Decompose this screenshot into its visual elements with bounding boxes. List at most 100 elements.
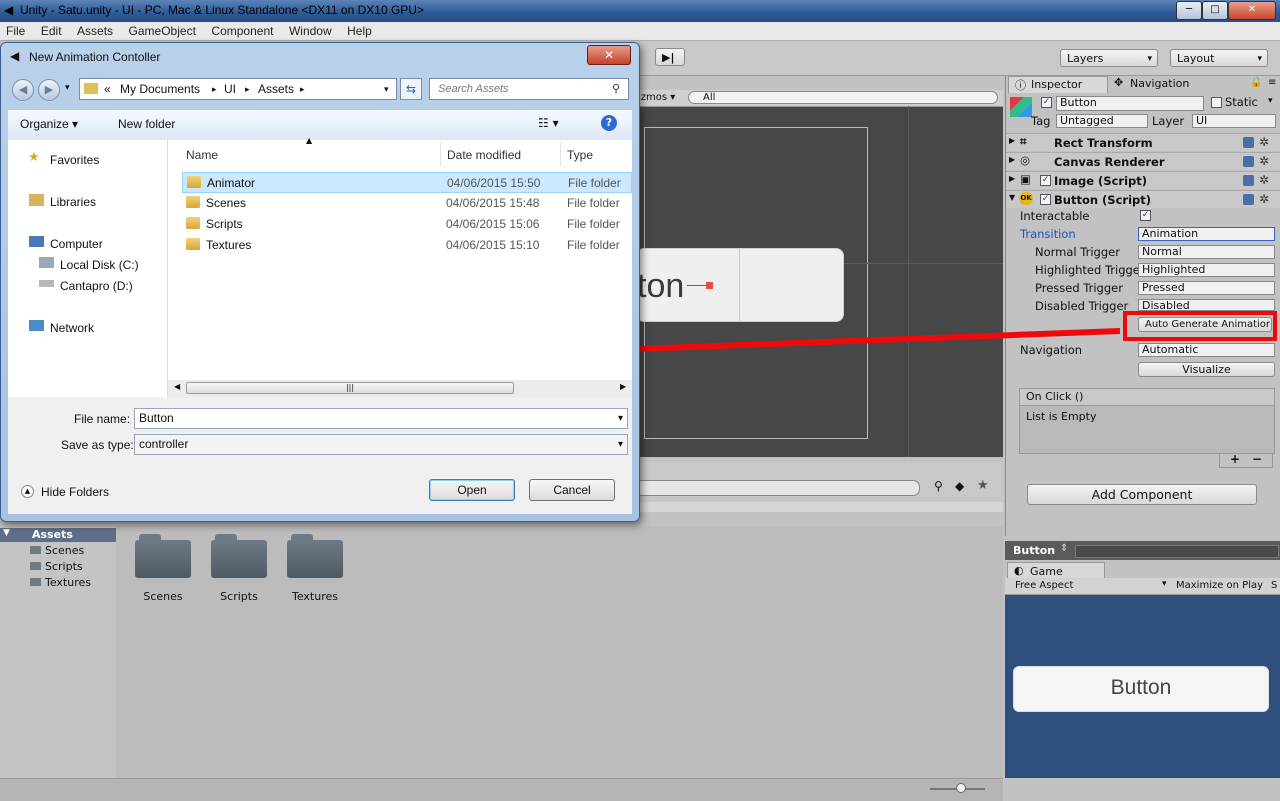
favorite-star-icon[interactable]: ★ bbox=[977, 478, 989, 493]
tree-scripts[interactable]: Scripts bbox=[30, 560, 83, 573]
step-button[interactable]: ▶| bbox=[655, 48, 685, 66]
scroll-right-icon[interactable]: ▶ bbox=[620, 382, 626, 391]
save-type-select[interactable]: controller bbox=[134, 434, 628, 455]
file-row-textures[interactable]: Textures 04/06/2015 15:10 File folder bbox=[182, 235, 632, 256]
view-options-icon[interactable]: ☷ ▾ bbox=[538, 116, 559, 130]
menu-edit[interactable]: Edit bbox=[35, 22, 68, 38]
navigation-dropdown[interactable]: Automatic bbox=[1138, 343, 1275, 357]
tree-scenes[interactable]: Scenes bbox=[30, 544, 84, 557]
gear-icon[interactable]: ✲ bbox=[1259, 135, 1269, 149]
dialog-close-button[interactable]: ✕ bbox=[587, 45, 631, 65]
breadcrumb-ui[interactable]: UI bbox=[224, 79, 236, 99]
label-icon[interactable]: ◆ bbox=[955, 479, 964, 493]
nav-favorites[interactable]: Favorites bbox=[50, 153, 99, 167]
breadcrumb-assets[interactable]: Assets bbox=[258, 79, 294, 99]
active-checkbox[interactable]: ✓ bbox=[1041, 97, 1052, 108]
gear-icon[interactable]: ✲ bbox=[1259, 173, 1269, 187]
folder-icon[interactable] bbox=[135, 534, 191, 578]
pivot-handle[interactable] bbox=[706, 282, 713, 289]
nav-network[interactable]: Network bbox=[50, 321, 94, 335]
add-component-button[interactable]: Add Component bbox=[1027, 484, 1257, 505]
search-input[interactable]: Search Assets ⚲ bbox=[429, 78, 629, 100]
hide-folders-label[interactable]: Hide Folders bbox=[41, 485, 109, 499]
organize-button[interactable]: Organize ▾ bbox=[20, 117, 78, 131]
new-folder-button[interactable]: New folder bbox=[118, 117, 175, 131]
collapse-arrow-icon[interactable]: ▶ bbox=[1009, 155, 1015, 164]
help-book-icon[interactable] bbox=[1243, 137, 1254, 148]
menu-assets[interactable]: Assets bbox=[71, 22, 119, 38]
help-icon[interactable]: ? bbox=[601, 115, 617, 131]
maximize-button[interactable]: □ bbox=[1202, 1, 1228, 20]
navigation-tab[interactable]: ✥ Navigation bbox=[1110, 76, 1220, 92]
gizmos-dropdown[interactable]: izmos ▾ bbox=[638, 92, 675, 103]
canvas-renderer-header[interactable]: ▶ ◎ Canvas Renderer ✲ bbox=[1006, 152, 1280, 170]
help-book-icon[interactable] bbox=[1243, 156, 1254, 167]
breadcrumb-separator-icon[interactable]: ▸ bbox=[245, 79, 250, 99]
button-script-header[interactable]: ▼ OK ✓ Button (Script) ✲ bbox=[1006, 190, 1280, 208]
folder-icon[interactable] bbox=[211, 534, 267, 578]
tree-assets[interactable]: ▼ Assets bbox=[0, 528, 116, 542]
hide-folders-icon[interactable]: ▲ bbox=[21, 485, 34, 498]
file-row-scenes[interactable]: Scenes 04/06/2015 15:48 File folder bbox=[182, 193, 632, 214]
column-date-modified[interactable]: Date modified bbox=[447, 148, 521, 162]
close-button[interactable]: ✕ bbox=[1228, 1, 1276, 20]
lock-icon[interactable]: 🔒 bbox=[1250, 77, 1262, 88]
maximize-on-play-toggle[interactable]: Maximize on Play bbox=[1176, 580, 1263, 591]
menu-component[interactable]: Component bbox=[205, 22, 279, 38]
nav-libraries[interactable]: Libraries bbox=[50, 195, 96, 209]
layer-dropdown[interactable]: UI bbox=[1192, 114, 1276, 128]
scroll-left-icon[interactable]: ◀ bbox=[174, 382, 180, 391]
horizontal-scrollbar[interactable]: ◀ ||| ▶ bbox=[168, 380, 632, 397]
menu-file[interactable]: File bbox=[0, 22, 31, 38]
breadcrumb-separator-icon[interactable]: ▸ bbox=[212, 79, 217, 99]
expand-arrow-icon[interactable]: ▼ bbox=[1009, 193, 1015, 202]
remove-event-button[interactable]: − bbox=[1252, 452, 1262, 466]
stats-toggle[interactable]: S bbox=[1271, 580, 1277, 591]
preview-drag-icon[interactable]: ⇕ bbox=[1060, 543, 1068, 554]
forward-button[interactable]: ▶ bbox=[38, 79, 60, 101]
image-enabled-checkbox[interactable]: ✓ bbox=[1040, 175, 1051, 186]
address-dropdown-icon[interactable]: ▾ bbox=[384, 79, 389, 99]
pressed-trigger-field[interactable]: Pressed bbox=[1138, 281, 1275, 295]
address-bar[interactable]: « My Documents ▸ UI ▸ Assets ▸ ▾ bbox=[79, 78, 397, 100]
scroll-thumb[interactable]: ||| bbox=[186, 382, 514, 394]
static-dropdown-icon[interactable]: ▾ bbox=[1268, 96, 1273, 106]
static-checkbox[interactable] bbox=[1211, 97, 1222, 108]
file-row-scripts[interactable]: Scripts 04/06/2015 15:06 File folder bbox=[182, 214, 632, 235]
highlighted-trigger-field[interactable]: Highlighted bbox=[1138, 263, 1275, 277]
menu-help[interactable]: Help bbox=[341, 22, 378, 38]
nav-local-disk[interactable]: Local Disk (C:) bbox=[60, 258, 139, 272]
file-name-input[interactable]: Button bbox=[134, 408, 628, 429]
collapse-arrow-icon[interactable]: ▶ bbox=[1009, 174, 1015, 183]
object-name-field[interactable]: Button bbox=[1056, 96, 1204, 111]
expand-arrow-icon[interactable]: ▼ bbox=[3, 528, 10, 538]
help-book-icon[interactable] bbox=[1243, 175, 1254, 186]
breadcrumb-separator-icon[interactable]: ▸ bbox=[300, 79, 305, 99]
collapse-arrow-icon[interactable]: ▶ bbox=[1009, 136, 1015, 145]
filter-type-icon[interactable]: ⚲ bbox=[934, 479, 943, 493]
rect-transform-header[interactable]: ▶ ⌗ Rect Transform ✲ bbox=[1006, 133, 1280, 151]
add-event-button[interactable]: + bbox=[1230, 452, 1240, 466]
tag-dropdown[interactable]: Untagged bbox=[1056, 114, 1148, 128]
nav-cantapro[interactable]: Cantapro (D:) bbox=[60, 279, 133, 293]
cancel-button[interactable]: Cancel bbox=[529, 479, 615, 501]
button-enabled-checkbox[interactable]: ✓ bbox=[1040, 194, 1051, 205]
inspector-tab[interactable]: ⓘ Inspector bbox=[1008, 76, 1108, 93]
zoom-slider-thumb[interactable] bbox=[956, 783, 966, 793]
column-name[interactable]: Name bbox=[186, 148, 218, 162]
normal-trigger-field[interactable]: Normal bbox=[1138, 245, 1275, 259]
help-book-icon[interactable] bbox=[1243, 194, 1254, 205]
recent-locations-icon[interactable]: ▾ bbox=[65, 83, 70, 93]
gear-icon[interactable]: ✲ bbox=[1259, 192, 1269, 206]
layout-dropdown[interactable]: Layout bbox=[1170, 49, 1268, 68]
back-button[interactable]: ◀ bbox=[12, 79, 34, 101]
open-button[interactable]: Open bbox=[429, 479, 515, 501]
minimize-button[interactable]: ─ bbox=[1176, 1, 1202, 20]
column-divider[interactable] bbox=[440, 142, 441, 166]
panel-menu-icon[interactable]: ≡ bbox=[1268, 77, 1276, 88]
tree-textures[interactable]: Textures bbox=[30, 576, 91, 589]
breadcrumb-overflow-icon[interactable]: « bbox=[104, 79, 111, 99]
breadcrumb-my-documents[interactable]: My Documents bbox=[120, 79, 200, 99]
disabled-trigger-field[interactable]: Disabled bbox=[1138, 299, 1275, 311]
column-type[interactable]: Type bbox=[567, 148, 593, 162]
